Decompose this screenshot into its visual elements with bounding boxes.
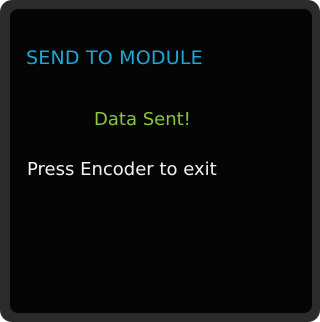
status-message: Data Sent! (94, 109, 191, 130)
device-bezel: SEND TO MODULE Data Sent! Press Encoder … (0, 0, 320, 322)
lcd-screen: SEND TO MODULE Data Sent! Press Encoder … (10, 9, 312, 313)
screen-title: SEND TO MODULE (26, 47, 203, 69)
exit-hint: Press Encoder to exit (27, 159, 217, 180)
